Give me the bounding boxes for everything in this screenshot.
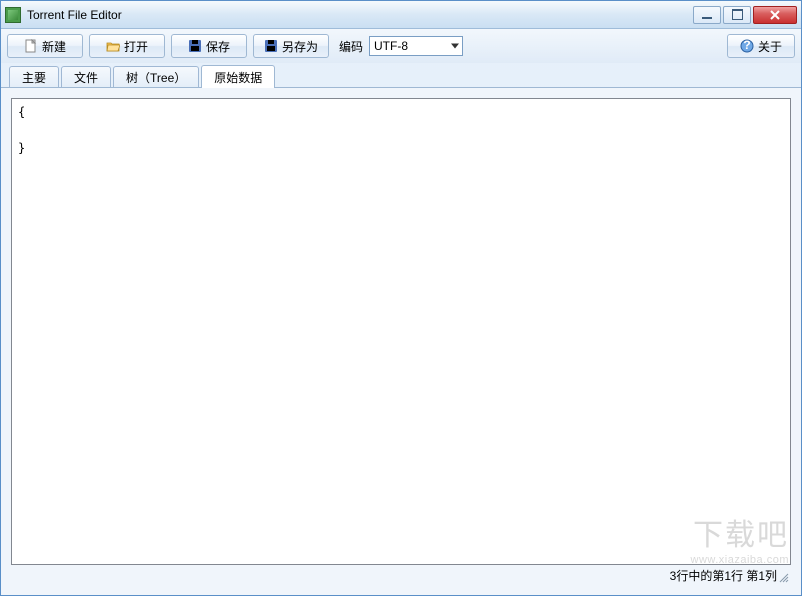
about-button-label: 关于 — [758, 38, 782, 55]
open-folder-icon — [106, 39, 120, 53]
chevron-down-icon — [451, 44, 459, 49]
svg-text:?: ? — [743, 39, 750, 52]
encoding-label: 编码 — [339, 38, 363, 55]
close-button[interactable] — [753, 6, 797, 24]
tab-files-label: 文件 — [74, 69, 98, 86]
tabstrip: 主要 文件 树（Tree） 原始数据 — [1, 63, 801, 87]
editor-frame — [11, 98, 791, 565]
save-button-label: 保存 — [206, 38, 230, 55]
tab-files[interactable]: 文件 — [61, 66, 111, 88]
window-title: Torrent File Editor — [27, 8, 693, 22]
minimize-button[interactable] — [693, 6, 721, 24]
statusbar: 3行中的第1行 第1列 — [11, 565, 791, 585]
new-file-icon — [24, 39, 38, 53]
tab-main[interactable]: 主要 — [9, 66, 59, 88]
raw-data-editor[interactable] — [12, 99, 790, 564]
save-button[interactable]: 保存 — [171, 34, 247, 58]
tab-tree-label: 树（Tree） — [126, 69, 186, 86]
tab-tree[interactable]: 树（Tree） — [113, 66, 199, 88]
app-icon — [5, 7, 21, 23]
tab-raw-data[interactable]: 原始数据 — [201, 65, 275, 88]
window: Torrent File Editor 新建 打开 — [0, 0, 802, 596]
help-icon: ? — [740, 39, 754, 53]
close-icon — [769, 9, 781, 21]
cursor-position-text: 3行中的第1行 第1列 — [670, 567, 777, 584]
toolbar: 新建 打开 保存 另存为 编码 — [1, 29, 801, 63]
tab-main-label: 主要 — [22, 69, 46, 86]
tab-raw-data-label: 原始数据 — [214, 69, 262, 86]
window-controls — [693, 6, 797, 24]
open-button-label: 打开 — [124, 38, 148, 55]
open-button[interactable]: 打开 — [89, 34, 165, 58]
new-button-label: 新建 — [42, 38, 66, 55]
resize-grip[interactable] — [777, 571, 789, 583]
save-as-button-label: 另存为 — [282, 38, 318, 55]
content-area: 下载吧 www.xiazaiba.com 3行中的第1行 第1列 — [1, 87, 801, 595]
encoding-select[interactable]: UTF-8 — [369, 36, 463, 56]
save-disk-icon — [188, 39, 202, 53]
save-as-button[interactable]: 另存为 — [253, 34, 329, 58]
new-button[interactable]: 新建 — [7, 34, 83, 58]
about-button[interactable]: ? 关于 — [727, 34, 795, 58]
save-as-disk-icon — [264, 39, 278, 53]
encoding-value: UTF-8 — [374, 39, 408, 53]
titlebar: Torrent File Editor — [1, 1, 801, 29]
maximize-button[interactable] — [723, 6, 751, 24]
